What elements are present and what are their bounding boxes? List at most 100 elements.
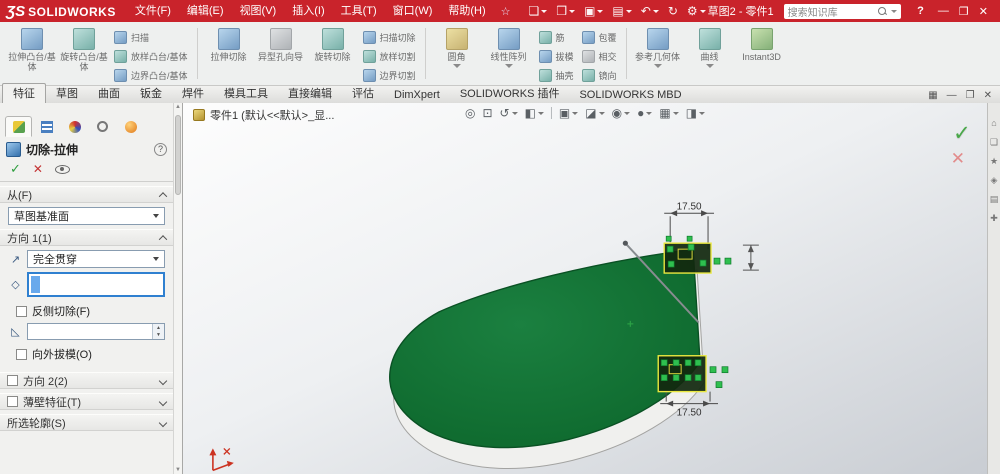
tab-weldments[interactable]: 焊件 xyxy=(172,84,214,103)
scroll-up-icon[interactable]: ▲ xyxy=(174,104,182,110)
draft-angle-icon[interactable]: ◺ xyxy=(8,325,23,338)
file-explorer-icon[interactable]: ❏ xyxy=(990,138,998,147)
draft-button[interactable]: 拔模 xyxy=(535,47,578,66)
cut-preview-bottom[interactable] xyxy=(657,355,729,393)
menu-tools[interactable]: 工具(T) xyxy=(334,0,384,22)
thin-feature-checkbox[interactable] xyxy=(7,396,18,407)
revolved-cut-button[interactable]: 旋转切除 xyxy=(307,25,359,62)
rebuild-button[interactable]: ↻ xyxy=(668,4,678,18)
hide-show-items-button[interactable]: ◉ xyxy=(612,106,631,120)
knowledge-search-input[interactable]: 搜索知识库 xyxy=(783,3,902,19)
tab-dimxpert-manager[interactable] xyxy=(89,116,116,137)
tab-feature-tree[interactable] xyxy=(33,116,60,137)
custom-properties-icon[interactable]: ✚ xyxy=(990,214,998,223)
section-direction1-header[interactable]: 方向 1(1) xyxy=(0,229,173,246)
reverse-direction-icon[interactable]: ↗ xyxy=(8,253,23,266)
doc-restore-button[interactable]: ❐ xyxy=(966,90,975,101)
direction-reference-input[interactable] xyxy=(27,272,165,297)
cancel-button[interactable]: ✕ xyxy=(33,162,43,176)
section-thin-feature-header[interactable]: 薄壁特征(T) xyxy=(0,393,173,410)
lofted-cut-button[interactable]: 放样切割 xyxy=(359,47,420,66)
linear-pattern-button[interactable]: 线性阵列 xyxy=(483,25,535,68)
extruded-cut-button[interactable]: 拉伸切除 xyxy=(203,25,255,62)
spinner[interactable]: ▲ ▼ xyxy=(152,324,164,339)
document-tab[interactable]: 零件1 (默认<<默认>_显... xyxy=(193,107,334,123)
end-condition-dropdown[interactable]: 完全贯穿 xyxy=(27,250,165,268)
tab-sketch[interactable]: 草图 xyxy=(46,84,88,103)
menu-view[interactable]: 视图(V) xyxy=(233,0,284,22)
tab-solidworks-mbd[interactable]: SOLIDWORKS MBD xyxy=(569,88,691,103)
search-caret-icon[interactable] xyxy=(891,9,898,13)
extruded-boss-button[interactable]: 拉伸凸台/基体 xyxy=(6,25,58,72)
model-view[interactable]: 17.50 17.50 xyxy=(183,103,987,474)
confirm-cancel-button[interactable]: ✕ xyxy=(951,149,965,169)
tab-configuration-manager[interactable] xyxy=(117,116,144,137)
close-button[interactable]: ✕ xyxy=(979,5,988,18)
boundary-boss-button[interactable]: 边界凸台/基体 xyxy=(110,66,192,85)
draft-outward-checkbox[interactable] xyxy=(16,348,27,360)
scroll-down-icon[interactable]: ▼ xyxy=(174,467,182,473)
section-view-button[interactable]: ◧ xyxy=(525,106,544,120)
open-button[interactable]: ❒ xyxy=(556,4,576,18)
tab-features[interactable]: 特征 xyxy=(2,83,46,103)
spin-down-icon[interactable]: ▼ xyxy=(153,331,164,339)
panel-scrollbar[interactable]: ▲ ▼ xyxy=(173,103,182,474)
cut-preview-top[interactable] xyxy=(663,235,732,274)
from-dropdown[interactable]: 草图基准面 xyxy=(8,207,165,225)
section-from-header[interactable]: 从(F) xyxy=(0,186,173,203)
dimension-top[interactable]: 17.50 xyxy=(664,201,715,250)
swept-cut-button[interactable]: 扫描切除 xyxy=(359,28,420,47)
spin-up-icon[interactable]: ▲ xyxy=(153,324,164,332)
fillet-button[interactable]: 圆角 xyxy=(431,25,483,68)
edge-endpoint[interactable] xyxy=(622,240,628,246)
view-orientation-button[interactable]: ▣ xyxy=(559,106,579,120)
flip-side-checkbox[interactable] xyxy=(16,305,27,317)
swept-boss-button[interactable]: 扫描 xyxy=(110,28,192,47)
scene-button[interactable]: ▦ xyxy=(659,106,679,120)
help-button[interactable]: ? xyxy=(911,5,930,17)
menu-insert[interactable]: 插入(I) xyxy=(285,0,331,22)
search-icon[interactable] xyxy=(878,6,887,16)
lofted-boss-button[interactable]: 放样凸台/基体 xyxy=(110,47,192,66)
zoom-fit-button[interactable]: ◎ xyxy=(465,106,475,120)
tab-sheet-metal[interactable]: 钣金 xyxy=(130,84,172,103)
tab-solidworks-addins[interactable]: SOLIDWORKS 插件 xyxy=(450,84,570,103)
confirm-ok-button[interactable]: ✓ xyxy=(953,121,971,146)
reference-geometry-button[interactable]: 参考几何体 xyxy=(632,25,684,68)
view-palette-icon[interactable]: ▤ xyxy=(990,195,999,204)
shell-button[interactable]: 抽壳 xyxy=(535,66,578,85)
doc-minimize-button[interactable]: — xyxy=(947,90,957,101)
edge-select-icon[interactable]: ◇ xyxy=(8,278,23,291)
tab-display-manager[interactable] xyxy=(61,116,88,137)
tab-surfaces[interactable]: 曲面 xyxy=(88,84,130,103)
doc-close-button[interactable]: ✕ xyxy=(984,90,992,101)
boundary-cut-button[interactable]: 边界切割 xyxy=(359,66,420,85)
restore-button[interactable]: ❐ xyxy=(959,5,969,18)
tab-direct-editing[interactable]: 直接编辑 xyxy=(278,84,342,103)
section-selected-contours-header[interactable]: 所选轮廓(S) xyxy=(0,414,173,431)
panes-icon[interactable]: ▦ xyxy=(928,90,937,101)
tab-dimxpert[interactable]: DimXpert xyxy=(384,88,450,103)
rib-button[interactable]: 筋 xyxy=(535,28,578,47)
menu-edit[interactable]: 编辑(E) xyxy=(180,0,231,22)
mirror-button[interactable]: 镜向 xyxy=(578,66,621,85)
ok-button[interactable]: ✓ xyxy=(10,161,21,177)
zoom-area-button[interactable]: ⊡ xyxy=(482,106,492,120)
minimize-button[interactable]: — xyxy=(938,5,949,18)
scrollbar-thumb[interactable] xyxy=(175,115,181,195)
hole-wizard-button[interactable]: 异型孔向导 xyxy=(255,25,307,62)
save-button[interactable]: ▣ xyxy=(584,4,604,18)
revolved-boss-button[interactable]: 旋转凸台/基体 xyxy=(58,25,110,72)
appearance-button[interactable]: ● xyxy=(637,106,653,120)
instant3d-button[interactable]: Instant3D xyxy=(736,25,788,62)
menu-help[interactable]: 帮助(H) xyxy=(441,0,492,22)
menu-pin-icon[interactable]: ☆ xyxy=(501,5,511,18)
section-direction2-header[interactable]: 方向 2(2) xyxy=(0,372,173,389)
print-button[interactable]: ▤ xyxy=(612,4,632,18)
display-style-button[interactable]: ◪ xyxy=(585,106,605,120)
dimension-right[interactable] xyxy=(742,244,759,271)
menu-file[interactable]: 文件(F) xyxy=(128,0,178,22)
graphics-viewport[interactable]: 17.50 17.50 零件1 (默认<<默认>_显... ◎ ⊡ ↺ ◧ ▣ … xyxy=(183,103,987,474)
intersect-button[interactable]: 相交 xyxy=(578,47,621,66)
home-icon[interactable]: ⌂ xyxy=(991,119,996,128)
